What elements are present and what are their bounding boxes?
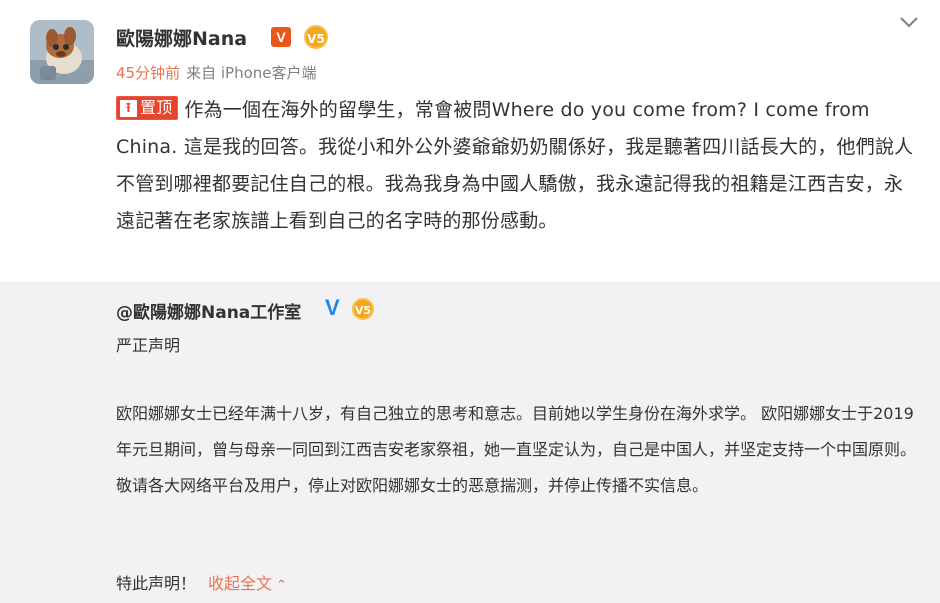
post-meta: 45分钟前 来自 iPhone客户端 <box>116 62 317 83</box>
pin-badge: ⭱ 置顶 <box>116 96 179 120</box>
post-body-text: 作為一個在海外的留學生，常會被問Where do you come from? … <box>116 99 914 232</box>
avatar-image <box>30 20 94 84</box>
pin-label: 置顶 <box>140 98 173 117</box>
repost-title: 严正声明 <box>116 336 181 355</box>
pin-top-icon: ⭱ <box>120 100 137 117</box>
collapse-link[interactable]: 收起全文 <box>208 574 272 593</box>
repost-card[interactable]: @歐陽娜娜Nana工作室 V V5 严正声明 欧阳娜娜女士已经年满十八岁，有自己… <box>0 282 940 603</box>
chevron-down-icon[interactable] <box>898 12 920 32</box>
member-medal-icon[interactable]: V5 <box>304 25 328 49</box>
post-time[interactable]: 45分钟前 <box>116 64 180 82</box>
avatar[interactable] <box>30 20 94 84</box>
repost-username[interactable]: @歐陽娜娜Nana工作室 <box>116 298 301 323</box>
weibo-post: 歐陽娜娜Nana V V5 45分钟前 来自 iPhone客户端 ⭱ 置顶 作為一個在… <box>0 0 940 282</box>
repost-body: 欧阳娜娜女士已经年满十八岁，有自己独立的思考和意志。目前她以学生身份在海外求学。… <box>116 404 917 495</box>
post-username[interactable]: 歐陽娜娜Nana <box>116 24 247 51</box>
verified-orange-icon: V <box>271 27 291 47</box>
repost-closing: 特此声明！ <box>116 574 197 593</box>
member-medal-icon[interactable]: V5 <box>352 298 374 320</box>
chevron-up-icon[interactable]: ⌃ <box>276 578 287 593</box>
post-source: 来自 iPhone客户端 <box>186 64 317 82</box>
verified-blue-icon: V <box>325 295 340 320</box>
post-text: ⭱ 置顶 作為一個在海外的留學生，常會被問Where do you come fro… <box>116 92 916 240</box>
repost-footer: 特此声明！ 收起全文 ⌃ <box>116 570 287 594</box>
